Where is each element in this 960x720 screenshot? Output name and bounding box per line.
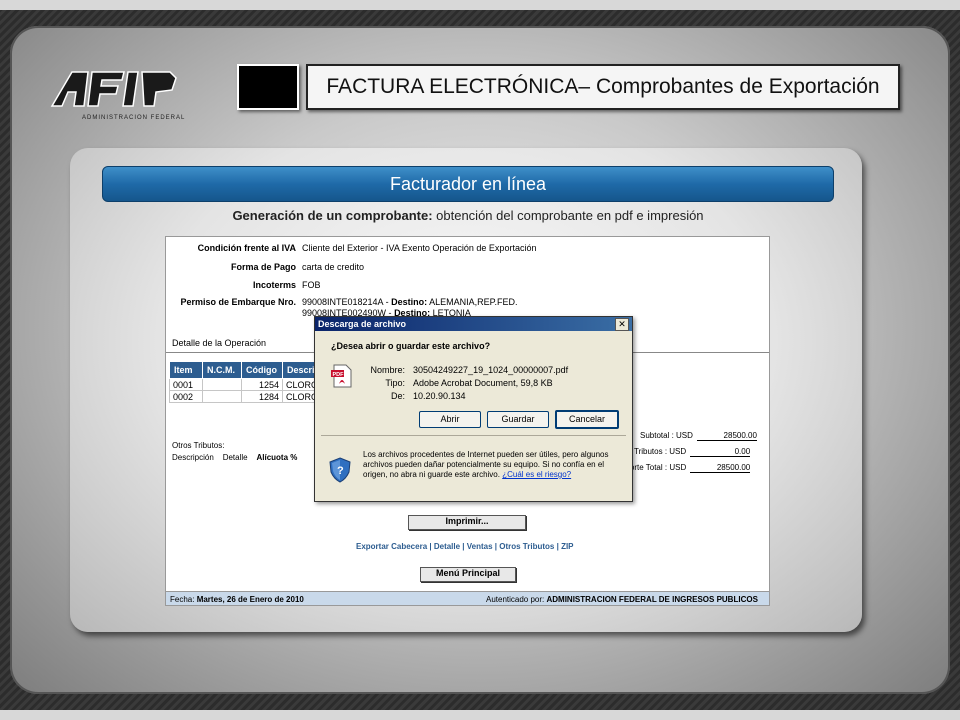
permiso-1-dest: ALEMANIA,REP.FED. [427, 297, 518, 307]
footer-auth-label: Autenticado por: [486, 595, 547, 604]
dialog-divider [321, 435, 626, 436]
subtotal-row: Subtotal : USD 28500.00 [640, 431, 757, 441]
col-header: Código [241, 361, 283, 379]
pdf-icon-label: PDF [333, 372, 345, 378]
link-zip[interactable]: ZIP [561, 542, 573, 551]
bottom-strip [0, 710, 960, 720]
dialog-title: Descarga de archivo [315, 317, 632, 331]
subtitle-text: obtención del comprobante en pdf e impre… [432, 208, 704, 223]
pdf-file-icon: PDF [331, 364, 352, 388]
menu-principal-button[interactable]: Menú Principal [420, 567, 516, 582]
total-value: 28500.00 [690, 463, 751, 473]
col-header: N.C.M. [202, 361, 242, 379]
export-links: Exportar Cabecera | Detalle | Ventas | O… [356, 542, 574, 551]
top-strip [0, 0, 960, 10]
table-cell [202, 390, 242, 403]
risk-link[interactable]: ¿Cuál es el riesgo? [502, 470, 571, 479]
link-separator: | [427, 542, 434, 551]
security-shield-icon: ? [329, 457, 351, 483]
permiso-1-number: 99008INTE018214A - [302, 297, 392, 307]
items-table: Item N.C.M. Código Descrip 0001 1254 CLO… [169, 361, 332, 403]
abrir-button[interactable]: Abrir [419, 411, 481, 428]
field-value-forma-pago: carta de credito [302, 262, 365, 272]
field-label-permiso: Permiso de Embarque Nro. [180, 297, 296, 307]
otros-tributos-headers: Descripción Detalle Alícuota % [172, 453, 297, 462]
tributos-label: Tributos : USD [634, 447, 687, 456]
de-value: 10.20.90.134 [413, 391, 466, 401]
table-cell: 0001 [169, 378, 203, 391]
otros-header: Alícuota % [256, 453, 298, 462]
status-footer: Fecha: Martes, 26 de Enero de 2010 Auten… [166, 591, 769, 605]
dialog-question: ¿Desea abrir o guardar este archivo? [331, 341, 491, 351]
field-value-permiso-1: 99008INTE018214A - Destino: ALEMANIA,REP… [302, 297, 517, 307]
table-cell: 0002 [169, 390, 203, 403]
tipo-label: Tipo: [385, 378, 405, 388]
subtotal-label: Subtotal : USD [640, 431, 693, 440]
link-otros-tributos[interactable]: Otros Tributos [499, 542, 554, 551]
imprimir-button[interactable]: Imprimir... [408, 515, 526, 530]
nombre-label: Nombre: [370, 365, 405, 375]
table-row: 0002 1284 CLORO [169, 390, 332, 403]
link-detalle[interactable]: Detalle [434, 542, 460, 551]
close-icon[interactable]: ✕ [615, 318, 629, 331]
link-exportar-cabecera[interactable]: Exportar Cabecera [356, 542, 427, 551]
download-dialog: Descarga de archivo ✕ ¿Desea abrir o gua… [314, 316, 633, 502]
subtitle-bold: Generación de un comprobante: [232, 208, 433, 223]
detalle-title: Detalle de la Operación [172, 338, 267, 348]
guardar-button[interactable]: Guardar [487, 411, 549, 428]
warning-text: Los archivos procedentes de Internet pue… [363, 450, 609, 479]
svg-text:?: ? [337, 465, 344, 477]
title-accent-box [237, 64, 299, 110]
otros-header: Detalle [222, 453, 248, 462]
afip-logo: ADMINISTRACION FEDERAL [50, 71, 185, 121]
slide-title: FACTURA ELECTRÓNICA– Comprobantes de Exp… [306, 64, 900, 110]
logo-subtext: ADMINISTRACION FEDERAL [82, 115, 185, 121]
table-header-row: Item N.C.M. Código Descrip [169, 361, 332, 379]
nombre-value: 30504249227_19_1024_00000007.pdf [413, 365, 569, 375]
link-separator: | [460, 542, 467, 551]
footer-auth-value: ADMINISTRACION FEDERAL DE INGRESOS PUBLI… [546, 595, 758, 604]
otros-header: Descripción [172, 453, 214, 462]
field-value-incoterms: FOB [302, 280, 321, 290]
table-cell [202, 378, 242, 391]
table-row: 0001 1254 CLORO [169, 378, 332, 391]
de-label: De: [390, 391, 405, 401]
table-cell: 1284 [241, 390, 283, 403]
section-banner: Facturador en línea [102, 166, 834, 202]
security-warning: Los archivos procedentes de Internet pue… [363, 450, 613, 480]
footer-fecha: Fecha: Martes, 26 de Enero de 2010 [170, 595, 304, 604]
slide-subtitle: Generación de un comprobante: obtención … [100, 208, 836, 223]
cancelar-button[interactable]: Cancelar [555, 410, 619, 429]
footer-fecha-label: Fecha: [170, 595, 197, 604]
link-ventas[interactable]: Ventas [467, 542, 493, 551]
col-header: Item [169, 361, 203, 379]
otros-tributos-title: Otros Tributos: [172, 441, 225, 450]
footer-auth: Autenticado por: ADMINISTRACION FEDERAL … [486, 595, 758, 604]
footer-fecha-value: Martes, 26 de Enero de 2010 [196, 595, 304, 604]
subtotal-value: 28500.00 [696, 431, 757, 441]
table-cell: 1254 [241, 378, 283, 391]
field-value-iva: Cliente del Exterior - IVA Exento Operac… [302, 243, 537, 253]
tipo-value: Adobe Acrobat Document, 59,8 KB [413, 378, 553, 388]
total-row: nporte Total : USD 28500.00 [621, 463, 751, 473]
tributos-value: 0.00 [690, 447, 751, 457]
field-label-forma-pago: Forma de Pago [230, 262, 296, 272]
tributos-row: Tributos : USD 0.00 [634, 447, 751, 457]
field-label-iva: Condición frente al IVA [197, 243, 296, 253]
permiso-1-dest-label: Destino: [391, 297, 428, 307]
field-label-incoterms: Incoterms [252, 280, 296, 290]
